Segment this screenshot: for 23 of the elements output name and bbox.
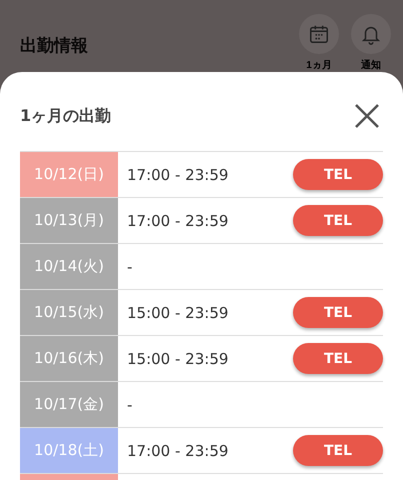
date-cell: 10/14(火) xyxy=(20,244,118,289)
time-range: 15:00 - 23:59 xyxy=(127,304,228,322)
date-cell: 10/18(土) xyxy=(20,428,118,473)
tel-button[interactable]: TEL xyxy=(293,435,383,466)
date-cell: 10/16(木) xyxy=(20,336,118,381)
time-range: 17:00 - 23:59 xyxy=(127,166,228,184)
tel-button[interactable]: TEL xyxy=(293,159,383,190)
close-icon xyxy=(354,103,380,129)
sheet-title: 1ヶ月の出勤 xyxy=(20,104,112,126)
tel-button[interactable]: TEL xyxy=(293,343,383,374)
calendar-icon xyxy=(308,23,330,45)
date-cell: 10/13(月) xyxy=(20,198,118,243)
time-range: 17:00 - 23:59 xyxy=(127,442,228,460)
time-range: - xyxy=(127,396,132,414)
date-cell: 10/12(日) xyxy=(20,152,118,197)
time-range: - xyxy=(127,258,132,276)
time-range: 17:00 - 23:59 xyxy=(127,212,228,230)
page-title: 出勤情報 xyxy=(20,35,88,57)
date-cell: 10/17(金) xyxy=(20,382,118,427)
time-range: 15:00 - 23:59 xyxy=(127,350,228,368)
date-cell: 10/15(水) xyxy=(20,290,118,335)
tel-button[interactable]: TEL xyxy=(293,205,383,236)
tel-button[interactable]: TEL xyxy=(293,297,383,328)
